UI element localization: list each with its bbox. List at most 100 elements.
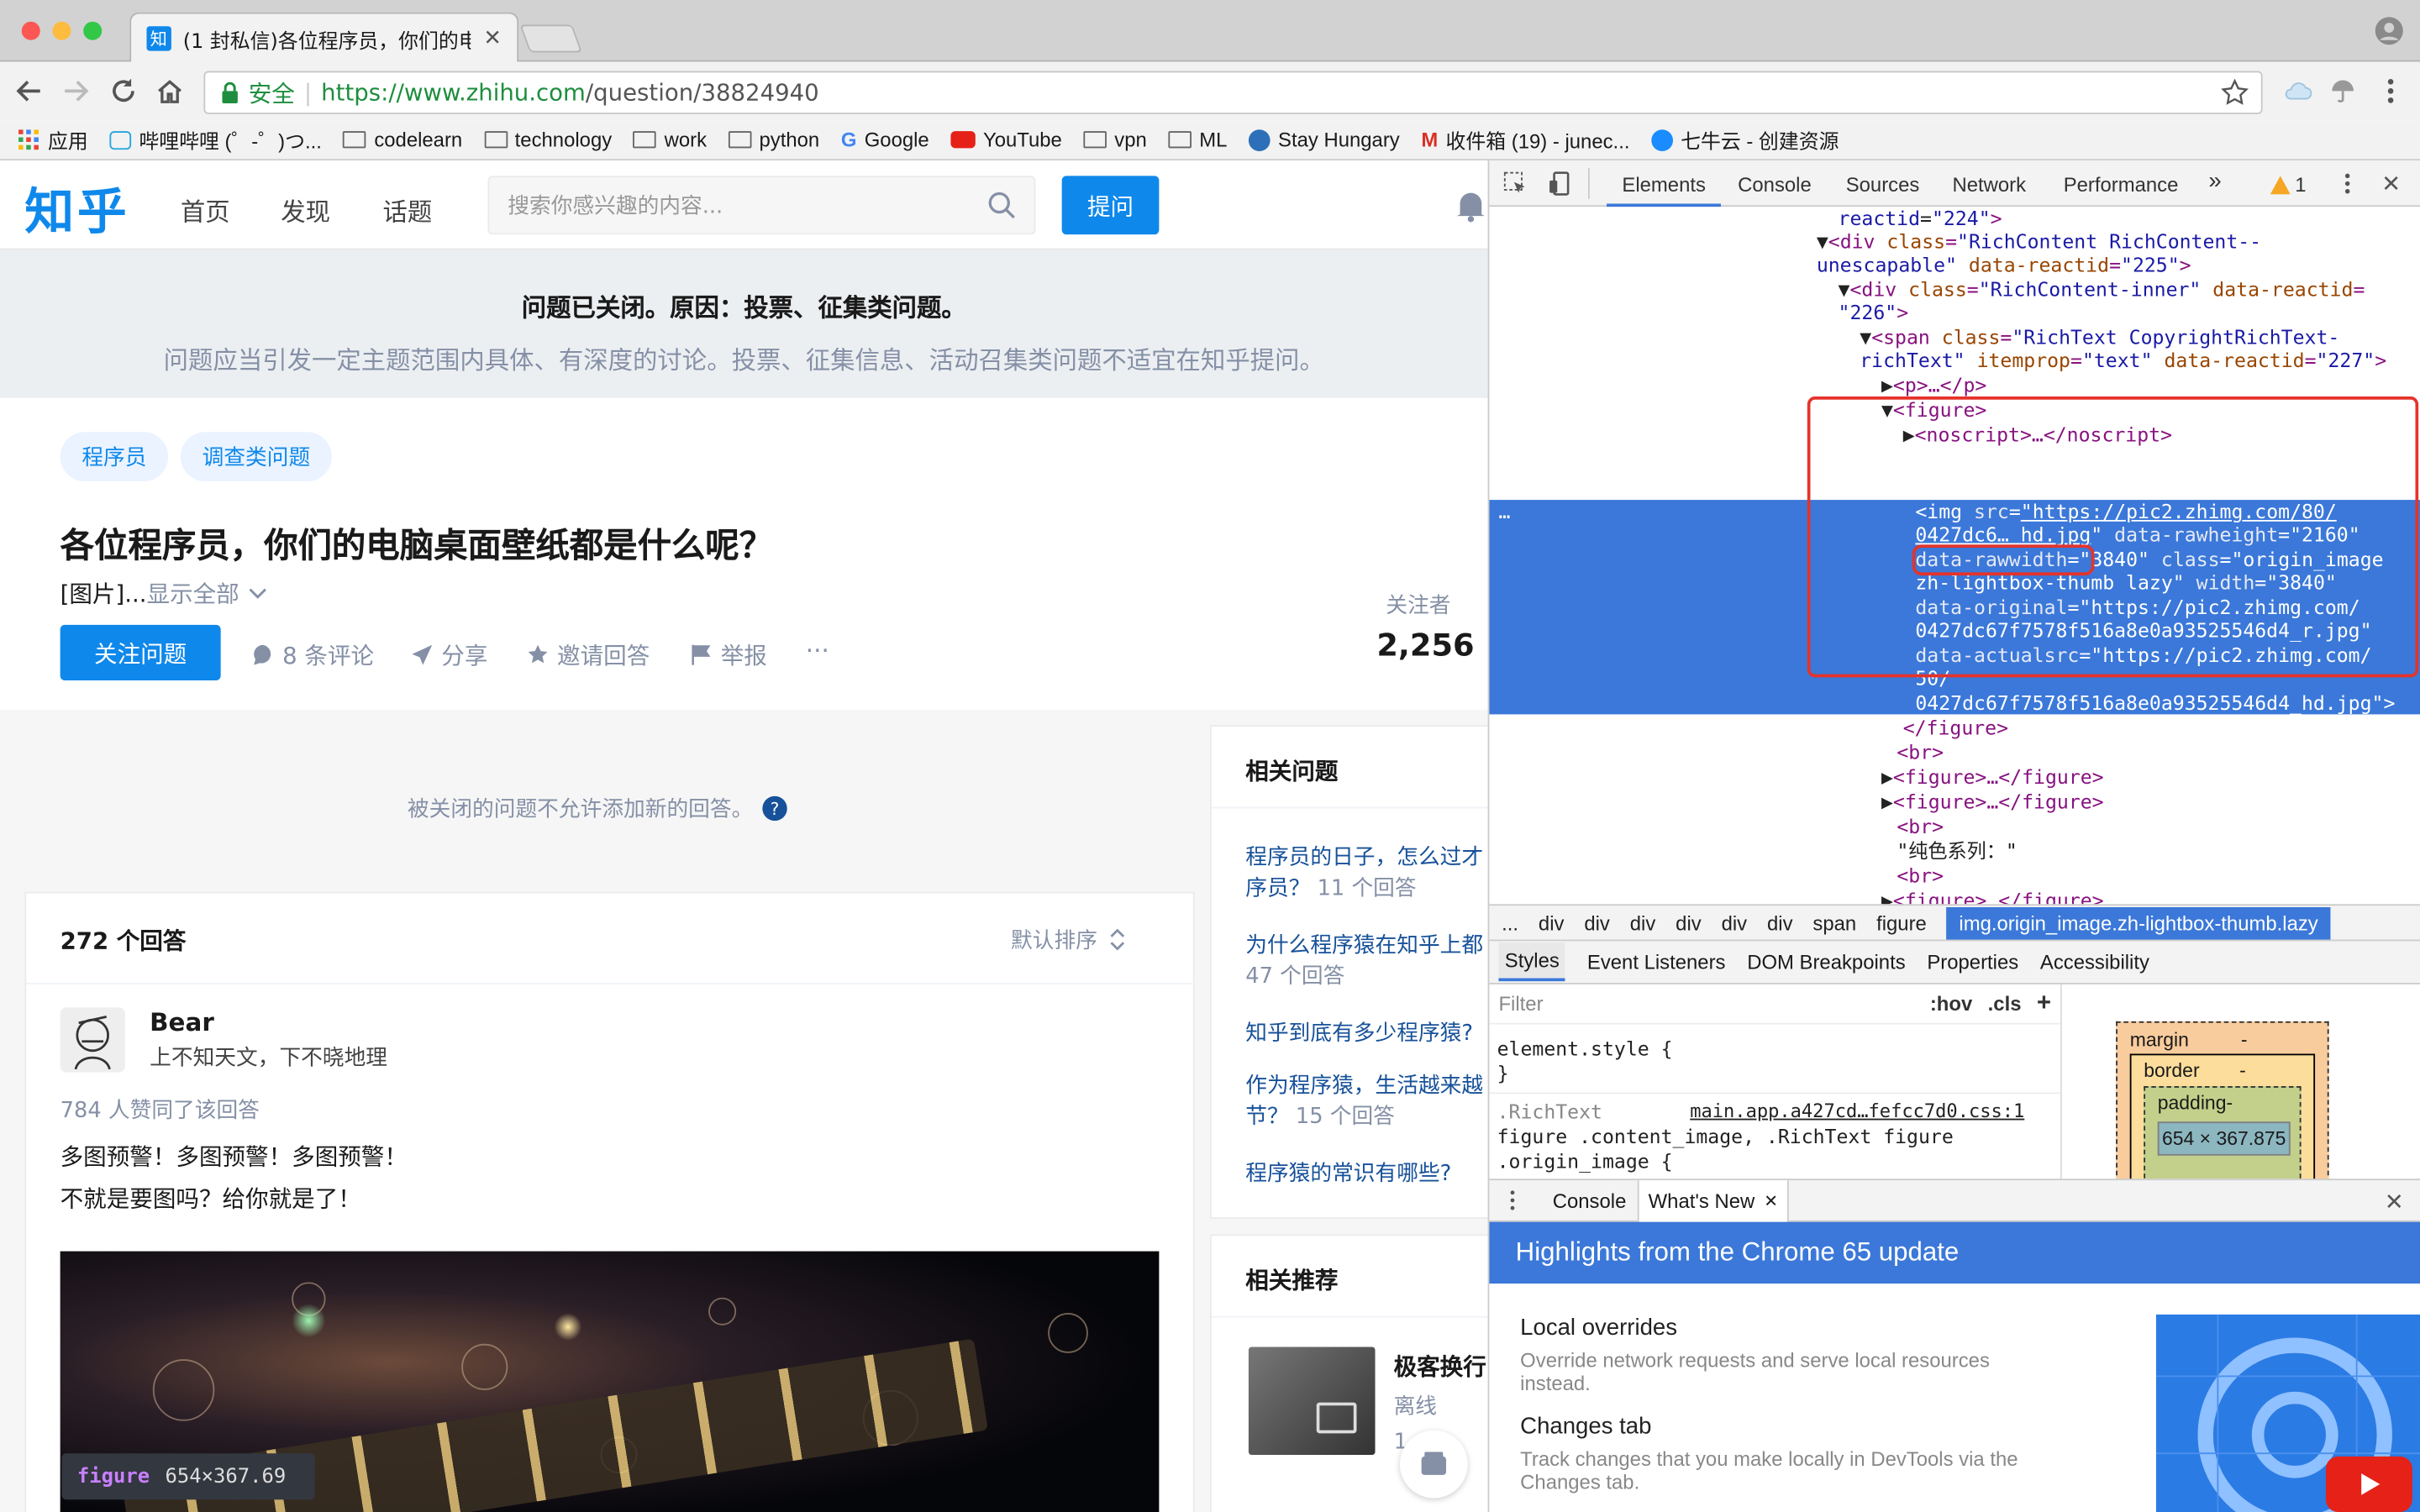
extension-umbrella-icon[interactable] xyxy=(2329,77,2357,105)
topic-tag[interactable]: 程序员 xyxy=(60,432,169,482)
styles-filter-input[interactable]: Filter :hov .cls + xyxy=(1489,984,2061,1025)
feature-title[interactable]: Changes tab xyxy=(1520,1413,1651,1439)
close-drawer-icon[interactable]: ✕ xyxy=(2385,1188,2404,1215)
play-button[interactable] xyxy=(2325,1456,2412,1512)
dom-line[interactable]: "纯色系列：" xyxy=(1897,839,2018,863)
home-icon[interactable] xyxy=(156,77,184,105)
bookmark-folder-codelearn[interactable]: codelearn xyxy=(343,128,462,151)
breadcrumb-item[interactable]: div xyxy=(1584,911,1610,935)
profile-icon[interactable] xyxy=(2374,15,2405,46)
bookmark-bilibili[interactable]: 哔哩哔哩 (゜-゜)つ... xyxy=(109,125,322,155)
add-rule-icon[interactable]: + xyxy=(2037,991,2051,1016)
breadcrumb-item[interactable]: span xyxy=(1812,911,1856,935)
bookmark-google[interactable]: G Google xyxy=(841,128,929,151)
bookmark-folder-ml[interactable]: ML xyxy=(1168,128,1227,151)
bookmark-folder-work[interactable]: work xyxy=(633,128,707,151)
bookmark-apps[interactable]: 应用 xyxy=(18,125,88,155)
floating-feedback-button[interactable] xyxy=(1399,1430,1468,1499)
tab-styles[interactable]: Styles xyxy=(1498,942,1566,982)
dom-line[interactable]: ▶<p>…</p> xyxy=(1881,373,1986,396)
related-question[interactable]: 作为程序猿，生活越来越 节？ 15 个回答 xyxy=(1245,1069,1483,1131)
forward-arrow-icon[interactable] xyxy=(61,77,89,105)
drawer-tab-console[interactable]: Console xyxy=(1553,1189,1627,1213)
video-thumbnail[interactable] xyxy=(2155,1314,2420,1512)
dom-line[interactable]: </figure> xyxy=(1903,716,2008,739)
related-question[interactable]: 为什么程序猿在知乎上都 47 个回答 xyxy=(1245,929,1483,990)
address-bar[interactable]: 安全 | https://www.zhihu.com/question/3882… xyxy=(203,71,2263,114)
bookmark-stay-hungary[interactable]: Stay Hungary xyxy=(1249,128,1400,151)
invite-button[interactable]: 邀请回答 xyxy=(526,638,650,671)
more-actions-button[interactable]: ··· xyxy=(806,636,829,665)
share-button[interactable]: 分享 xyxy=(411,638,487,671)
breadcrumb-item[interactable]: ... xyxy=(1502,911,1518,935)
dom-line[interactable]: <br> xyxy=(1897,815,1944,838)
help-icon[interactable]: ? xyxy=(762,795,787,822)
minimize-window-button[interactable] xyxy=(52,21,71,40)
bookmark-folder-python[interactable]: python xyxy=(728,128,819,151)
tab-console[interactable]: Console xyxy=(1738,173,1812,197)
back-arrow-icon[interactable] xyxy=(15,77,43,105)
menu-kebab-icon[interactable] xyxy=(2377,77,2405,105)
related-question[interactable]: 程序猿的常识有哪些? xyxy=(1245,1158,1451,1189)
recommend-thumbnail[interactable] xyxy=(1248,1347,1376,1456)
tab-performance[interactable]: Performance xyxy=(2064,173,2179,197)
box-border[interactable]: border - padding- 654 × 367.875 xyxy=(2129,1053,2316,1194)
breadcrumb-item[interactable]: figure xyxy=(1876,911,1927,935)
new-tab-button[interactable] xyxy=(519,24,582,53)
nav-topics[interactable]: 话题 xyxy=(383,192,433,228)
dom-line[interactable]: ▼<div class="RichContent RichContent-- xyxy=(1817,230,2261,254)
topic-tag[interactable]: 调查类问题 xyxy=(180,432,332,482)
rule-source-link[interactable]: main.app.a427cd…fefcc7d0.css:1 xyxy=(1690,1100,2024,1124)
extension-cloud-icon[interactable] xyxy=(2284,77,2312,105)
element-style-open[interactable]: element.style { xyxy=(1497,1037,1673,1060)
box-content-size[interactable]: 654 × 367.875 xyxy=(2157,1121,2291,1156)
bookmark-folder-vpn[interactable]: vpn xyxy=(1083,128,1147,151)
drawer-menu-icon[interactable] xyxy=(1507,1189,1517,1211)
follow-question-button[interactable]: 关注问题 xyxy=(60,624,221,680)
bookmark-gmail[interactable]: M 收件箱 (19) - junec... xyxy=(1421,125,1629,155)
nav-home[interactable]: 首页 xyxy=(181,192,230,228)
breadcrumb-item[interactable]: div xyxy=(1676,911,1702,935)
dom-line[interactable]: ▶<figure>…</figure> xyxy=(1881,889,2104,904)
tab-elements[interactable]: Elements xyxy=(1622,173,1706,197)
maximize-window-button[interactable] xyxy=(83,21,103,40)
dom-line[interactable]: ▶<figure>…</figure> xyxy=(1881,765,2104,789)
ask-button[interactable]: 提问 xyxy=(1061,176,1160,235)
avatar[interactable] xyxy=(60,1007,125,1073)
related-question[interactable]: 程序员的日子，怎么过才 序员？ 11 个回答 xyxy=(1245,841,1483,902)
dom-line[interactable]: ▶<figure>…</figure> xyxy=(1881,790,2104,813)
bookmark-youtube[interactable]: YouTube xyxy=(950,128,1062,151)
dom-line[interactable]: <br> xyxy=(1897,864,1944,888)
search-icon[interactable] xyxy=(988,192,1016,219)
bookmark-star-icon[interactable] xyxy=(2221,78,2249,107)
dom-line[interactable]: ▼<span class="RichText CopyrightRichText… xyxy=(1860,326,2339,349)
search-input[interactable]: 搜索你感兴趣的内容... xyxy=(487,176,1036,235)
drawer-tab-whats-new[interactable]: What's New ✕ xyxy=(1637,1180,1790,1222)
breadcrumb-item[interactable]: div xyxy=(1630,911,1656,935)
feature-title[interactable]: Local overrides xyxy=(1520,1315,1677,1341)
breadcrumb-item[interactable]: div xyxy=(1767,911,1793,935)
bookmark-qiniu[interactable]: 七牛云 - 创建资源 xyxy=(1651,125,1839,155)
tab-dom-breakpoints[interactable]: DOM Breakpoints xyxy=(1747,950,1905,974)
devtools-menu-icon[interactable] xyxy=(2338,171,2357,196)
bell-icon[interactable] xyxy=(1454,188,1487,223)
chevron-down-icon[interactable] xyxy=(249,587,267,600)
nav-discover[interactable]: 发现 xyxy=(281,192,330,228)
related-question[interactable]: 知乎到底有多少程序猿? xyxy=(1245,1016,1473,1047)
bookmark-folder-technology[interactable]: technology xyxy=(483,128,612,151)
warnings-badge[interactable]: 1 xyxy=(2270,173,2307,196)
close-devtools-icon[interactable]: ✕ xyxy=(2381,170,2401,197)
breadcrumb-item[interactable]: div xyxy=(1722,911,1748,935)
recommend-item-title[interactable]: 极客换行 xyxy=(1394,1350,1486,1383)
tab-accessibility[interactable]: Accessibility xyxy=(2040,950,2149,974)
report-button[interactable]: 举报 xyxy=(690,638,767,671)
breadcrumb-selected[interactable]: img.origin_image.zh-lightbox-thumb.lazy xyxy=(1946,906,2331,939)
inspect-element-icon[interactable] xyxy=(1503,171,1528,196)
tab-network[interactable]: Network xyxy=(1952,173,2026,197)
browser-tab[interactable]: 知 (1 封私信)各位程序员，你们的电 ✕ xyxy=(129,12,519,64)
hov-toggle[interactable]: :hov xyxy=(1930,992,1972,1016)
show-all-link[interactable]: 显示全部 xyxy=(147,577,239,610)
dom-line[interactable]: <br> xyxy=(1897,741,1944,764)
tab-properties[interactable]: Properties xyxy=(1927,950,2018,974)
device-toolbar-icon[interactable] xyxy=(1548,171,1572,196)
